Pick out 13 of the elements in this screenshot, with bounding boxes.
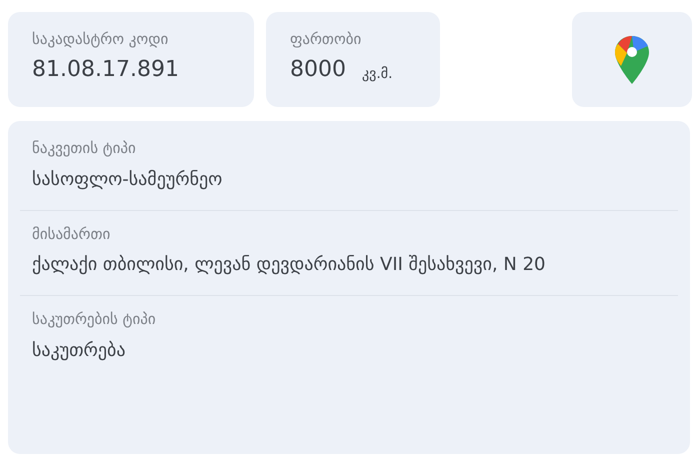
field-label: ფართობი xyxy=(290,29,362,50)
field-label: საკუთრების ტიპი xyxy=(32,309,157,330)
field-value: საკუთრება xyxy=(32,338,126,362)
field-value: სასოფლო-სამეურნეო xyxy=(32,168,224,192)
map-button[interactable] xyxy=(572,12,692,107)
unit-label: კვ.მ. xyxy=(362,66,393,80)
field-value: ქალაქი თბილისი, ლევან დევდარიანის VII შესახვევი, N 20 xyxy=(32,253,547,277)
field-value: 81.08.17.891 xyxy=(32,58,180,80)
field-label: ნაკვეთის ტიპი xyxy=(32,138,137,159)
field-label: საკადასტრო კოდი xyxy=(32,29,170,50)
field-value: 8000 xyxy=(290,58,346,80)
map-pin-icon xyxy=(614,34,650,84)
field-label: მისამართი xyxy=(32,224,112,244)
